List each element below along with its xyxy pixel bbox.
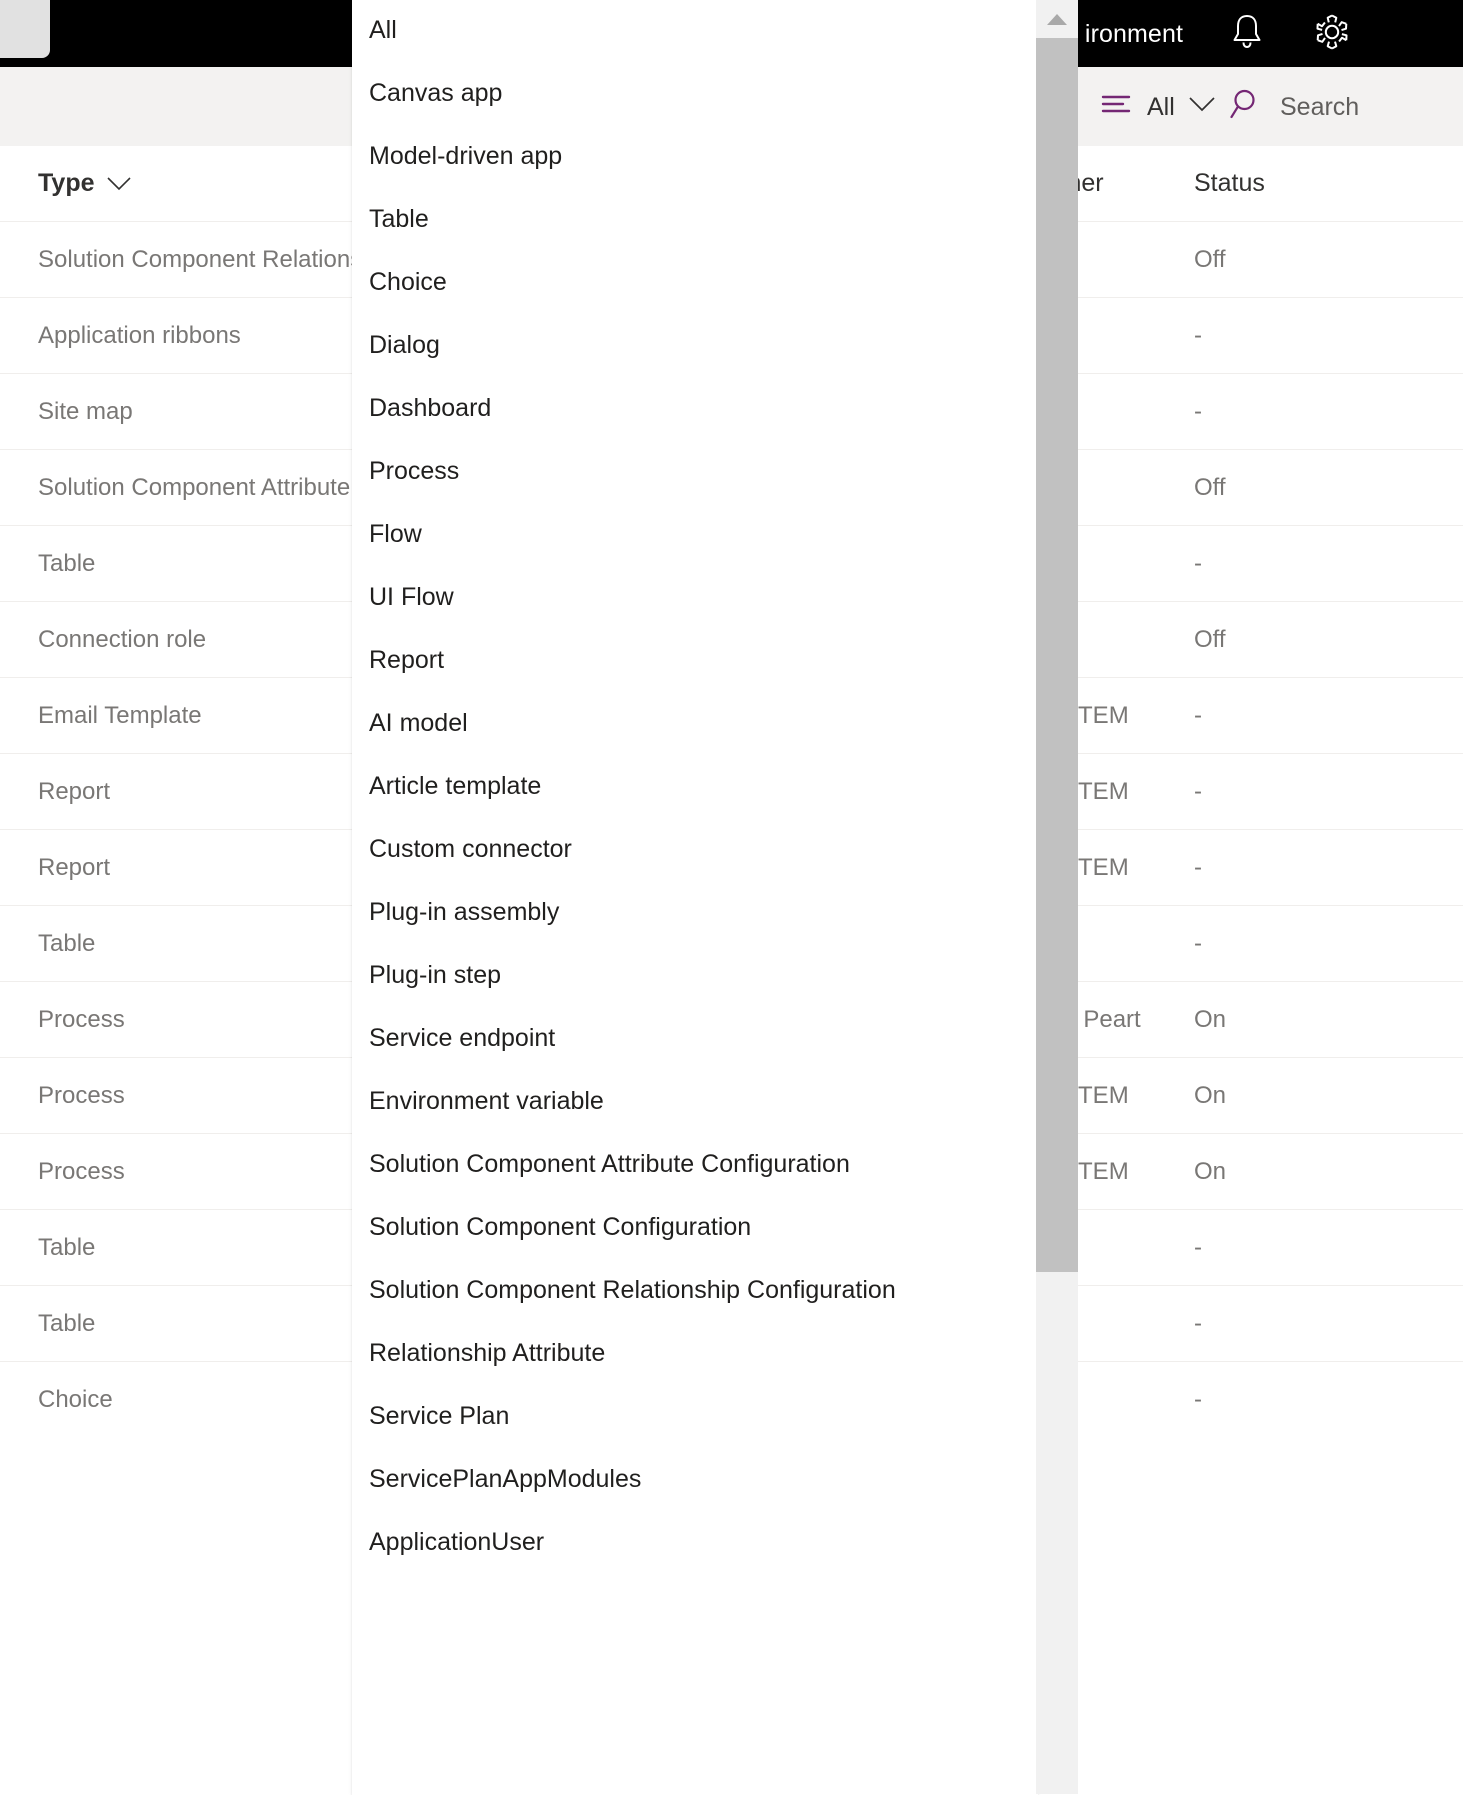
cell-status: - [1194,298,1344,373]
chevron-down-icon [107,169,131,198]
dropdown-option[interactable]: Dashboard [352,377,1038,440]
dropdown-option[interactable]: Choice [352,251,1038,314]
dropdown-option[interactable]: Table [352,188,1038,251]
dropdown-option[interactable]: ApplicationUser [352,1511,1038,1574]
cell-status: - [1194,906,1344,981]
dropdown-option[interactable]: Service endpoint [352,1007,1038,1070]
chevron-down-icon [1189,97,1215,117]
dropdown-option[interactable]: Solution Component Relationship Configur… [352,1259,1038,1322]
dropdown-option[interactable]: Relationship Attribute [352,1322,1038,1385]
dropdown-option[interactable]: Custom connector [352,818,1038,881]
dropdown-option[interactable]: Dialog [352,314,1038,377]
view-filter-dropdown-button[interactable]: All [1095,67,1221,146]
cell-status: - [1194,1286,1344,1361]
dropdown-option[interactable]: Plug-in assembly [352,881,1038,944]
search-icon [1230,87,1264,126]
cell-status: On [1194,982,1344,1057]
dropdown-option[interactable]: Process [352,440,1038,503]
cell-status: - [1194,1210,1344,1285]
dropdown-option[interactable]: Solution Component Configuration [352,1196,1038,1259]
cell-status: Off [1194,602,1344,677]
dropdown-option[interactable]: Plug-in step [352,944,1038,1007]
scrollbar-thumb[interactable] [1036,38,1078,1272]
column-header-status[interactable]: Status [1194,146,1265,221]
environment-name-label: ironment [1085,18,1183,50]
scroll-up-arrow-icon[interactable] [1036,0,1078,38]
dropdown-option[interactable]: Article template [352,755,1038,818]
dropdown-option[interactable]: Solution Component Attribute Configurati… [352,1133,1038,1196]
cell-status: - [1194,374,1344,449]
notification-bell-icon [1229,12,1265,57]
dropdown-option[interactable]: All [352,0,1038,62]
settings-button[interactable] [1306,8,1358,60]
cell-status: - [1194,754,1344,829]
cell-status: - [1194,1362,1344,1437]
dropdown-option[interactable]: Environment variable [352,1070,1038,1133]
dropdown-option[interactable]: Model-driven app [352,125,1038,188]
type-filter-option-list: AllCanvas appModel-driven appTableChoice… [352,0,1038,1574]
dropdown-option[interactable]: AI model [352,692,1038,755]
cell-status: - [1194,678,1344,753]
cell-status: On [1194,1134,1344,1209]
column-header-status-label: Status [1194,169,1265,198]
cell-status: - [1194,830,1344,905]
dropdown-option[interactable]: Canvas app [352,62,1038,125]
dropdown-option[interactable]: Report [352,629,1038,692]
dropdown-scrollbar[interactable] [1036,0,1078,1794]
column-header-type-label: Type [38,169,95,198]
cell-status: On [1194,1058,1344,1133]
notifications-button[interactable] [1221,8,1273,60]
search-field[interactable]: Search [1230,67,1359,146]
cell-status: - [1194,526,1344,601]
dropdown-option[interactable]: ServicePlanAppModules [352,1448,1038,1511]
filter-lines-icon [1101,92,1133,121]
dropdown-option[interactable]: Flow [352,503,1038,566]
column-header-type[interactable]: Type [38,146,131,221]
type-filter-dropdown[interactable]: AllCanvas appModel-driven appTableChoice… [352,0,1038,1795]
settings-gear-icon [1311,11,1353,58]
scrollbar-track[interactable] [1036,1272,1078,1794]
search-input-placeholder: Search [1280,92,1359,122]
dropdown-option[interactable]: UI Flow [352,566,1038,629]
dropdown-option[interactable]: Service Plan [352,1385,1038,1448]
cell-status: Off [1194,222,1344,297]
cell-status: Off [1194,450,1344,525]
view-filter-label: All [1147,92,1175,122]
waffle-corner-tile[interactable] [0,0,50,58]
